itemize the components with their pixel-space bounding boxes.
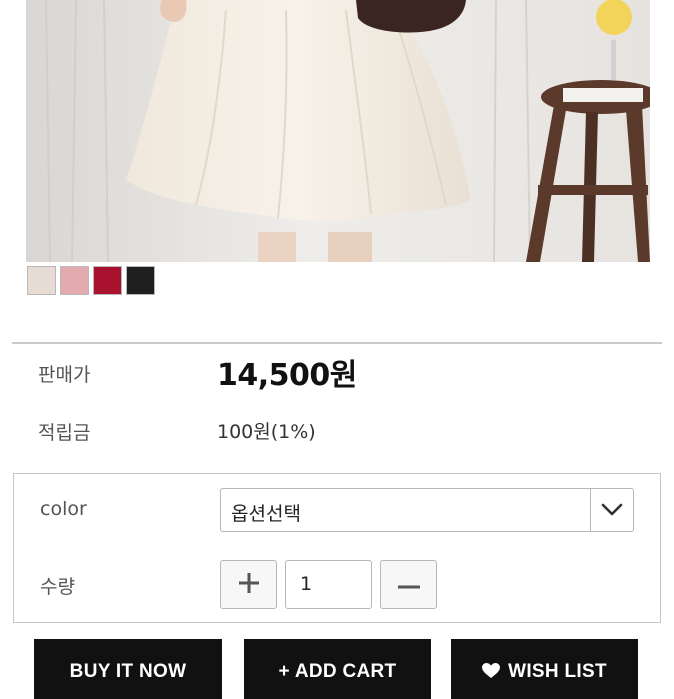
add-cart-button[interactable]: + ADD CART	[244, 639, 431, 699]
add-cart-label: + ADD CART	[278, 661, 397, 682]
color-select[interactable]: 옵션선택	[220, 488, 634, 532]
swatch-black[interactable]	[126, 266, 155, 295]
quantity-increase-button[interactable]	[220, 560, 277, 609]
price-value: 14,500원	[217, 358, 357, 393]
wish-list-button[interactable]: WISH LIST	[451, 639, 638, 699]
option-box: color 옵션선택 수량 1	[13, 473, 661, 623]
points-value: 100원(1%)	[217, 421, 316, 443]
points-label: 적립금	[38, 422, 91, 444]
chevron-down-icon[interactable]	[590, 489, 633, 531]
quantity-input[interactable]: 1	[285, 560, 372, 609]
minus-icon	[397, 575, 420, 594]
price-label: 판매가	[38, 364, 91, 386]
swatch-pink[interactable]	[60, 266, 89, 295]
heart-icon	[482, 663, 501, 685]
quantity-label: 수량	[40, 576, 75, 598]
swatch-ivory[interactable]	[27, 266, 56, 295]
quantity-decrease-button[interactable]	[380, 560, 437, 609]
product-photo	[26, 0, 650, 262]
buy-now-button[interactable]: BUY IT NOW	[34, 639, 222, 699]
plus-icon	[238, 572, 260, 598]
swatch-wine[interactable]	[93, 266, 122, 295]
color-option-label: color	[40, 498, 87, 520]
divider	[12, 342, 662, 344]
color-select-value: 옵션선택	[231, 503, 301, 525]
quantity-value: 1	[300, 573, 313, 595]
buy-now-label: BUY IT NOW	[69, 661, 187, 682]
wish-list-label: WISH LIST	[508, 661, 607, 682]
color-swatches	[27, 266, 155, 295]
